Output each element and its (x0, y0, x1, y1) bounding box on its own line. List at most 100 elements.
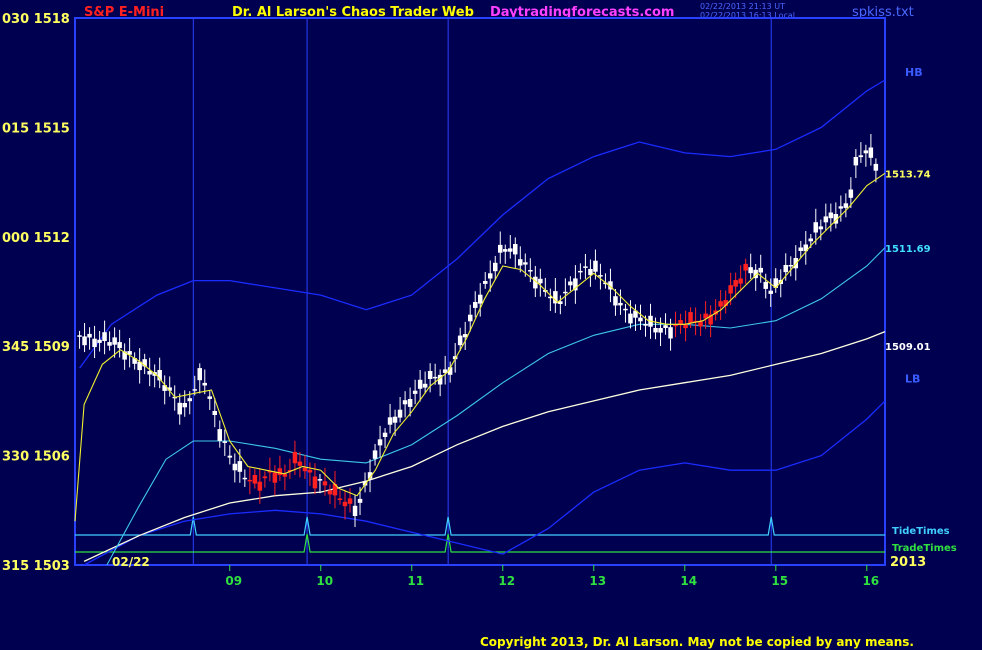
trade-times-line (75, 533, 885, 553)
candle-body (663, 325, 668, 328)
candle-body (788, 265, 793, 267)
candle-body (668, 327, 673, 339)
y-tick-label: 015 1515 (2, 121, 70, 136)
candle-body (718, 301, 723, 307)
candle-body (483, 281, 488, 284)
candle-body (518, 259, 523, 266)
candle-body (738, 278, 743, 284)
candle-body (242, 477, 248, 480)
candle-body (257, 481, 263, 491)
candle-body (97, 339, 102, 343)
candle-body (307, 469, 313, 473)
candle-body (247, 479, 253, 482)
candle-body (102, 332, 107, 341)
candle-body (843, 203, 849, 208)
upper-band-line (79, 79, 886, 369)
candle-body (848, 189, 854, 198)
y-tick-label: 000 1512 (2, 231, 70, 246)
candle-body (77, 335, 82, 337)
candle-body (513, 244, 518, 255)
candle-body (297, 461, 303, 466)
candle-body (337, 498, 343, 500)
candle-body (282, 473, 288, 477)
candle-body (192, 389, 197, 391)
candle-body (417, 379, 423, 389)
copyright-notice: Copyright 2013, Dr. Al Larson. May not b… (480, 635, 914, 649)
x-tick-label: 13 (589, 574, 606, 588)
candle-body (563, 291, 568, 294)
candle-body (863, 150, 869, 154)
candles (74, 134, 886, 528)
candle-body (488, 273, 493, 279)
candle-body (177, 402, 182, 415)
candle-body (317, 479, 323, 481)
candle-body (212, 411, 217, 415)
candle-body (758, 267, 763, 273)
candle-body (432, 376, 438, 379)
candle-body (813, 222, 818, 233)
candle-body (653, 328, 658, 333)
y-tick-label: 330 1506 (2, 450, 70, 465)
candle-body (828, 212, 834, 219)
x-tick-label: 09 (225, 574, 242, 588)
candle-body (302, 467, 308, 472)
candle-body (528, 270, 533, 272)
candle-body (327, 490, 333, 495)
candle-body (508, 248, 513, 252)
y-tick-label: 030 1518 (2, 12, 70, 27)
x-tick-label: 12 (498, 574, 515, 588)
year-label: 2013 (890, 555, 926, 570)
candle-body (112, 337, 117, 345)
x-tick-label: 15 (771, 574, 788, 588)
candle-body (387, 417, 393, 425)
candle-body (357, 498, 363, 503)
candle-body (763, 281, 768, 289)
candle-body (377, 439, 383, 446)
candle-body (578, 270, 583, 273)
candle-body (613, 296, 618, 306)
candle-body (838, 206, 844, 209)
candle-body (372, 450, 378, 459)
candle-body (217, 429, 222, 441)
candle-body (237, 461, 243, 472)
candle-body (873, 163, 879, 171)
candle-body (868, 147, 874, 158)
candle-body (748, 267, 753, 274)
candle-body (858, 155, 864, 158)
indicator-lines (75, 79, 886, 566)
x-tick-label: 10 (316, 574, 333, 588)
fast-average-line (74, 172, 886, 522)
candle-body (638, 317, 643, 322)
candle-body (728, 285, 733, 294)
candle-body (392, 416, 398, 423)
candle-body (292, 451, 298, 464)
candle-body (187, 398, 192, 402)
candle-body (407, 399, 413, 407)
candle-body (252, 475, 258, 484)
candle-body (523, 262, 528, 265)
x-tick-label: 11 (407, 574, 424, 588)
candle-body (568, 281, 573, 286)
candle-body (202, 382, 207, 386)
candle-body (643, 324, 648, 326)
candle-body (352, 505, 358, 516)
right-value-label: 1511.69 (885, 244, 931, 255)
candle-body (658, 328, 663, 333)
candle-body (457, 335, 463, 346)
lower-band-label: LB (905, 373, 920, 386)
candle-body (197, 368, 202, 381)
candle-body (347, 498, 353, 504)
candle-body (262, 476, 268, 479)
candle-body (583, 266, 588, 268)
candle-body (277, 468, 283, 476)
candle-body (312, 476, 318, 489)
candle-body (342, 501, 348, 507)
candle-body (322, 481, 328, 486)
candle-body (743, 263, 748, 271)
mid-average-line (106, 247, 886, 566)
candle-body (598, 275, 603, 277)
candle-body (538, 278, 543, 284)
candle-body (623, 308, 628, 311)
candle-body (688, 312, 693, 324)
candle-body (473, 302, 478, 308)
